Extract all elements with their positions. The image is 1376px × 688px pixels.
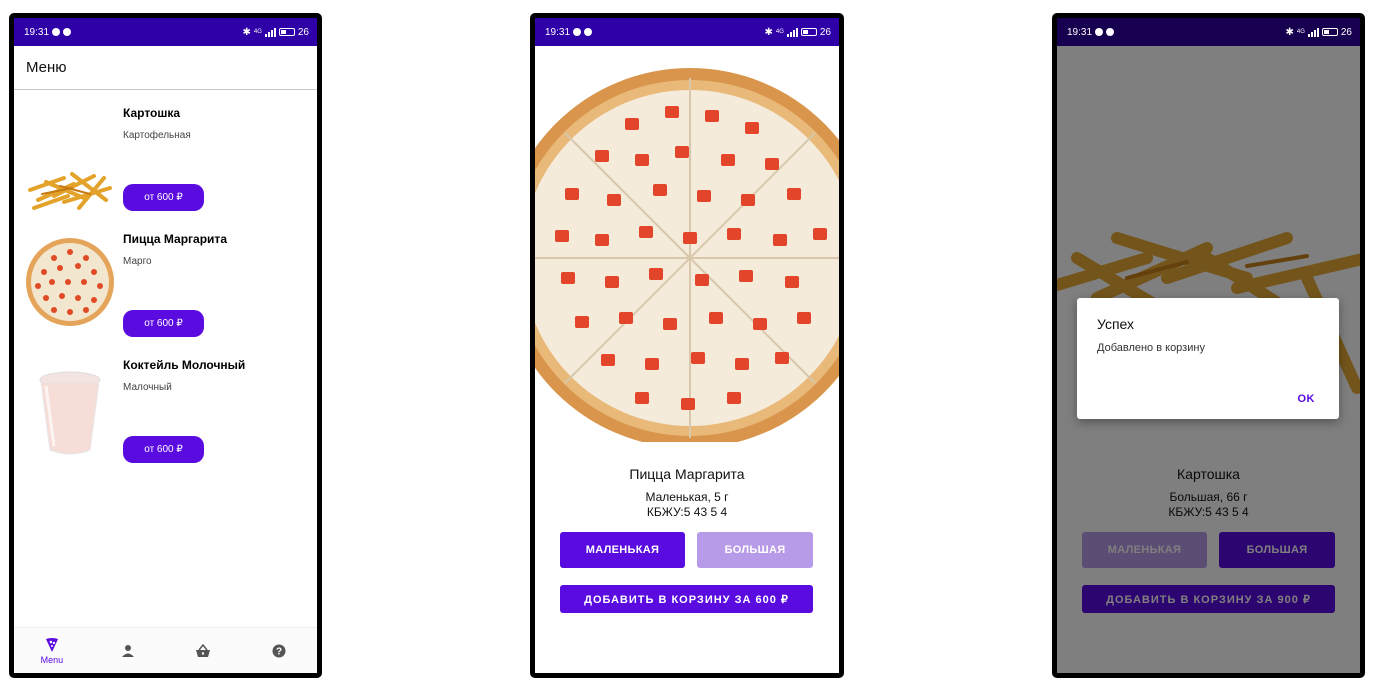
- pizza-slice-icon: [45, 637, 58, 652]
- pizza-detail-screen: 19:31 ✱ 4G 26 Пицца Маргарита Маленькая,…: [530, 13, 844, 678]
- tab-help[interactable]: ?: [241, 628, 317, 673]
- fries-detail-screen: 19:31 ✱ 4G 26 Картошка Большая, 66 г КБЖ…: [1052, 13, 1365, 678]
- notification-icon: [584, 28, 593, 36]
- milkshake-image: [39, 371, 101, 455]
- dialog-title: Успех: [1097, 316, 1135, 332]
- menu-item-milkshake[interactable]: Коктейль Молочный Малочный от 600 ₽: [14, 348, 317, 474]
- item-title: Картошка: [123, 106, 181, 120]
- price-button[interactable]: от 600 ₽: [123, 436, 204, 463]
- status-time: 19:31: [545, 26, 571, 38]
- tab-menu[interactable]: Menu: [14, 628, 90, 673]
- help-icon: ?: [272, 644, 286, 657]
- pizza-image: [535, 68, 839, 442]
- notification-icon: [63, 28, 72, 36]
- network-type: 4G: [253, 29, 262, 35]
- svg-text:?: ?: [276, 646, 282, 657]
- bluetooth-icon: ✱: [242, 26, 251, 38]
- fries-image: [28, 172, 112, 210]
- price-button[interactable]: от 600 ₽: [123, 184, 204, 211]
- notification-icon: [573, 28, 582, 36]
- app-bar: Меню: [14, 46, 317, 90]
- tab-menu-label: Menu: [40, 654, 64, 665]
- status-time: 19:31: [24, 26, 50, 38]
- bluetooth-icon: ✱: [1285, 26, 1294, 38]
- menu-screen: 19:31 ✱ 4G 26 Меню Картошка Картофельная…: [9, 13, 322, 678]
- add-to-cart-button[interactable]: ДОБАВИТЬ В КОРЗИНУ ЗА 600 ₽: [560, 585, 813, 613]
- price-button[interactable]: от 600 ₽: [123, 310, 204, 337]
- menu-item-pizza[interactable]: Пицца Маргарита Марго от 600 ₽: [14, 222, 317, 348]
- item-description: Картофельная: [123, 130, 191, 141]
- item-title: Пицца Маргарита: [123, 232, 227, 246]
- notification-icon: [52, 28, 61, 36]
- small-size-button[interactable]: МАЛЕНЬКАЯ: [560, 532, 685, 568]
- success-dialog: Успех Добавлено в корзину OK: [1077, 298, 1339, 419]
- bottom-navigation: Menu ?: [14, 627, 317, 673]
- status-bar: 19:31 ✱ 4G 26: [535, 18, 839, 46]
- product-size-info: Маленькая, 5 г: [645, 490, 729, 504]
- item-title: Коктейль Молочный: [123, 358, 246, 372]
- item-description: Марго: [123, 256, 152, 267]
- large-size-button[interactable]: БОЛЬШАЯ: [697, 532, 813, 568]
- status-time: 19:31: [1067, 26, 1093, 38]
- signal-icon: [264, 27, 276, 37]
- basket-icon: [196, 643, 211, 657]
- bluetooth-icon: ✱: [764, 26, 773, 38]
- product-name: Пицца Маргарита: [629, 466, 745, 482]
- network-type: 4G: [1296, 29, 1305, 35]
- status-bar: 19:31 ✱ 4G 26: [14, 18, 317, 46]
- product-kbju: КБЖУ:5 43 5 4: [646, 505, 728, 519]
- pizza-image: [26, 238, 114, 326]
- dialog-ok-button[interactable]: OK: [1298, 393, 1316, 405]
- signal-icon: [1307, 27, 1319, 37]
- person-icon: [121, 644, 134, 657]
- signal-icon: [786, 27, 798, 37]
- battery-icon: [800, 28, 817, 36]
- item-description: Малочный: [123, 382, 172, 393]
- notification-icon: [1106, 28, 1115, 36]
- menu-item-fries[interactable]: Картошка Картофельная от 600 ₽: [14, 96, 317, 222]
- battery-icon: [278, 28, 295, 36]
- notification-icon: [1095, 28, 1104, 36]
- battery-level: 26: [297, 26, 309, 38]
- battery-level: 26: [819, 26, 831, 38]
- tab-profile[interactable]: [90, 628, 166, 673]
- dialog-message: Добавлено в корзину: [1097, 342, 1205, 354]
- battery-level: 26: [1340, 26, 1352, 38]
- page-title: Меню: [26, 59, 67, 76]
- battery-icon: [1321, 28, 1338, 36]
- tab-cart[interactable]: [166, 628, 242, 673]
- network-type: 4G: [775, 29, 784, 35]
- status-bar: 19:31 ✱ 4G 26: [1057, 18, 1360, 46]
